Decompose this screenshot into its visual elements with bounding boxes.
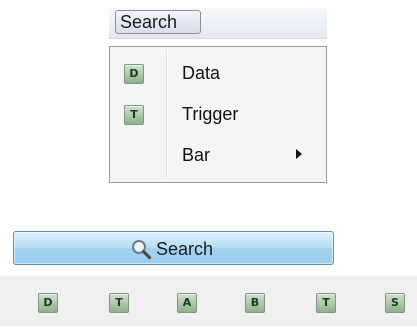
search-button-label: Search (156, 239, 214, 259)
submenu-arrow-icon (296, 149, 302, 159)
magnifier-icon (132, 240, 152, 260)
search-menu-title[interactable]: Search (115, 10, 201, 34)
menu-item-bar[interactable]: Bar (112, 137, 324, 175)
toolbar-badge-a[interactable]: A (177, 293, 197, 313)
menu-item-label: Data (182, 63, 221, 83)
toolbar-badge-d[interactable]: D (38, 293, 58, 313)
menu-item-trigger[interactable]: T Trigger (112, 96, 324, 134)
menubar: Search (109, 8, 327, 39)
search-button[interactable]: Search (13, 231, 334, 265)
toolbar-badge-t[interactable]: T (109, 293, 129, 313)
toolbar-badge-b[interactable]: B (245, 293, 265, 313)
badge-toolbar: D T A B T S (0, 276, 417, 326)
menu-item-label: Trigger (182, 104, 239, 124)
d-badge-icon: D (124, 64, 144, 84)
menu-item-label: Bar (182, 145, 211, 165)
toolbar-badge-t[interactable]: T (316, 293, 336, 313)
search-dropdown-menu: D Data T Trigger Bar (109, 46, 327, 183)
t-badge-icon: T (124, 105, 144, 125)
toolbar-badge-s[interactable]: S (385, 293, 405, 313)
menu-item-data[interactable]: D Data (112, 55, 324, 93)
